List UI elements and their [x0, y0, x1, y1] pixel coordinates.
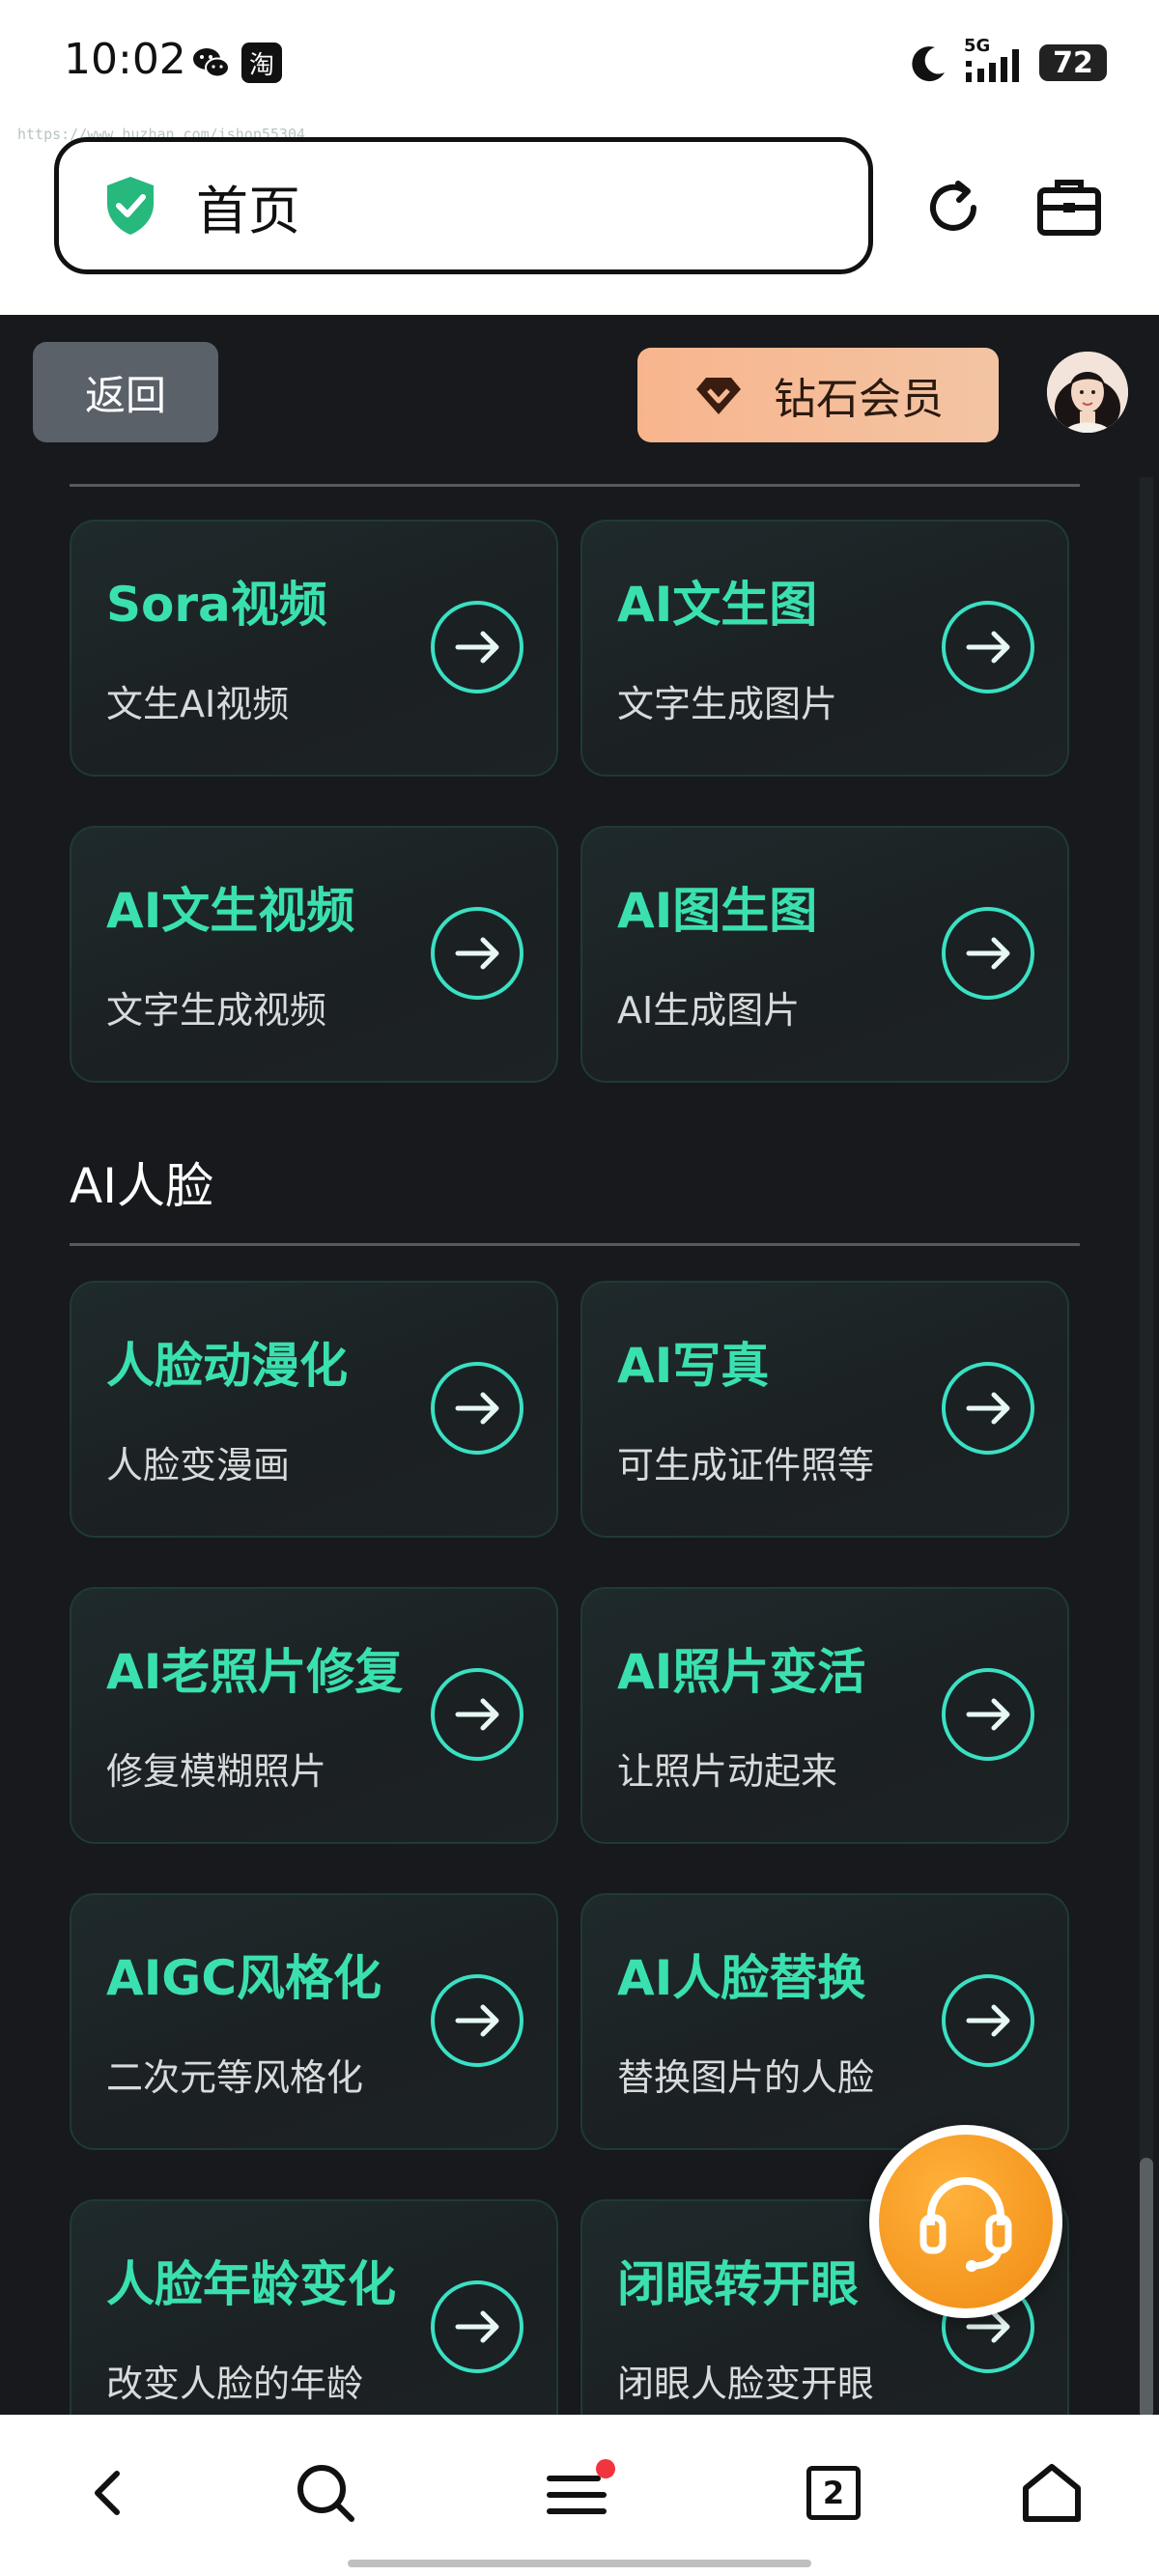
vip-label: 钻石会员 [774, 375, 944, 424]
card-subtitle: 文字生成图片 [617, 683, 838, 725]
nav-home-button[interactable] [1008, 2449, 1095, 2536]
card-subtitle: 修复模糊照片 [106, 1750, 327, 1793]
shield-check-icon [107, 177, 154, 235]
vip-button[interactable]: 钻石会员 [637, 348, 999, 442]
card-title: AI老照片修复 [106, 1644, 404, 1700]
nav-tabs-button[interactable]: 2 [790, 2449, 877, 2536]
page-content: 返回 钻石会员 Sora视频 文生AI视频 AI文生图 文字生成图片 AI文生视… [0, 315, 1159, 2415]
arrow-right-icon[interactable] [429, 1972, 525, 2069]
card-subtitle: 替换图片的人脸 [617, 2056, 875, 2099]
bottom-nav: 2 [0, 2415, 1159, 2576]
menu-icon [547, 2459, 615, 2514]
card-subtitle: 文字生成视频 [106, 989, 327, 1032]
avatar[interactable] [1047, 352, 1128, 433]
refresh-icon [930, 181, 976, 231]
back-button[interactable]: 返回 [33, 342, 218, 442]
card-subtitle: 让照片动起来 [617, 1750, 838, 1793]
card-title: AI写真 [617, 1338, 770, 1394]
card-title: Sora视频 [106, 577, 327, 633]
card-subtitle: 文生AI视频 [106, 683, 290, 725]
card-photo-animate[interactable]: AI照片变活 让照片动起来 [580, 1587, 1069, 1844]
card-title: AIGC风格化 [106, 1950, 382, 2006]
home-icon [1023, 2464, 1081, 2522]
card-title: AI人脸替换 [617, 1950, 866, 2006]
arrow-right-icon[interactable] [940, 1972, 1036, 2069]
arrow-right-icon[interactable] [940, 1360, 1036, 1457]
status-bar: 10:02 淘 5G 72 [0, 0, 1159, 126]
nav-back-button[interactable] [66, 2449, 153, 2536]
customer-support-button[interactable] [869, 2125, 1062, 2318]
card-title: AI文生图 [617, 577, 818, 633]
card-ai-image-to-image[interactable]: AI图生图 AI生成图片 [580, 826, 1069, 1083]
arrow-right-icon[interactable] [429, 2279, 525, 2375]
user-avatar-icon [1047, 352, 1128, 433]
scrollbar-thumb[interactable] [1140, 2158, 1153, 2415]
nav-menu-button[interactable] [537, 2449, 624, 2536]
card-ai-text-to-image[interactable]: AI文生图 文字生成图片 [580, 520, 1069, 777]
section-divider [70, 1243, 1080, 1246]
card-title: AI照片变活 [617, 1644, 866, 1700]
toolbox-button[interactable] [1026, 164, 1113, 251]
card-subtitle: 可生成证件照等 [617, 1444, 875, 1486]
tab-count: 2 [822, 2475, 845, 2511]
card-face-anime[interactable]: 人脸动漫化 人脸变漫画 [70, 1281, 558, 1538]
nav-search-button[interactable] [282, 2449, 369, 2536]
card-subtitle: 改变人脸的年龄 [106, 2363, 364, 2405]
taobao-icon: 淘 [241, 42, 282, 83]
search-icon [297, 2465, 354, 2522]
section-title-ai-face: AI人脸 [70, 1158, 213, 1214]
card-title: AI图生图 [617, 883, 818, 939]
card-face-age[interactable]: 人脸年龄变化 改变人脸的年龄 [70, 2199, 558, 2415]
card-title: 人脸动漫化 [106, 1338, 348, 1394]
card-ai-portrait[interactable]: AI写真 可生成证件照等 [580, 1281, 1069, 1538]
arrow-right-icon[interactable] [429, 1666, 525, 1763]
tabs-icon: 2 [806, 2466, 861, 2520]
card-subtitle: 二次元等风格化 [106, 2056, 364, 2099]
diamond-icon [696, 378, 741, 414]
signal-icon: 5G [964, 36, 1026, 86]
battery-indicator: 72 [1039, 44, 1107, 81]
wechat-icon [193, 48, 230, 78]
status-time: 10:02 [64, 35, 186, 84]
arrow-right-icon[interactable] [429, 599, 525, 695]
card-subtitle: AI生成图片 [617, 989, 801, 1032]
home-indicator[interactable] [348, 2560, 811, 2567]
card-subtitle: 闭眼人脸变开眼 [617, 2363, 875, 2405]
arrow-right-icon[interactable] [429, 905, 525, 1002]
card-subtitle: 人脸变漫画 [106, 1444, 291, 1486]
arrow-right-icon[interactable] [940, 905, 1036, 1002]
card-aigc-stylize[interactable]: AIGC风格化 二次元等风格化 [70, 1893, 558, 2150]
address-bar[interactable]: 首页 [54, 137, 873, 274]
toolbox-icon [1037, 180, 1101, 236]
section-divider [70, 484, 1080, 487]
page-title: 首页 [196, 180, 300, 241]
arrow-right-icon[interactable] [429, 1360, 525, 1457]
card-ai-text-to-video[interactable]: AI文生视频 文字生成视频 [70, 826, 558, 1083]
card-title: AI文生视频 [106, 883, 355, 939]
notification-dot [596, 2459, 615, 2478]
moon-icon [912, 46, 945, 82]
card-title: 闭眼转开眼 [617, 2256, 859, 2312]
status-indicators: 5G 72 [908, 36, 1107, 87]
arrow-right-icon[interactable] [940, 599, 1036, 695]
refresh-button[interactable] [910, 164, 997, 251]
headset-icon [919, 2177, 1012, 2272]
chevron-left-icon [95, 2471, 120, 2515]
scrollbar[interactable] [1140, 477, 1153, 2415]
card-title: 人脸年龄变化 [106, 2256, 396, 2312]
arrow-right-icon[interactable] [940, 1666, 1036, 1763]
card-old-photo-restore[interactable]: AI老照片修复 修复模糊照片 [70, 1587, 558, 1844]
card-face-swap[interactable]: AI人脸替换 替换图片的人脸 [580, 1893, 1069, 2150]
card-sora-video[interactable]: Sora视频 文生AI视频 [70, 520, 558, 777]
